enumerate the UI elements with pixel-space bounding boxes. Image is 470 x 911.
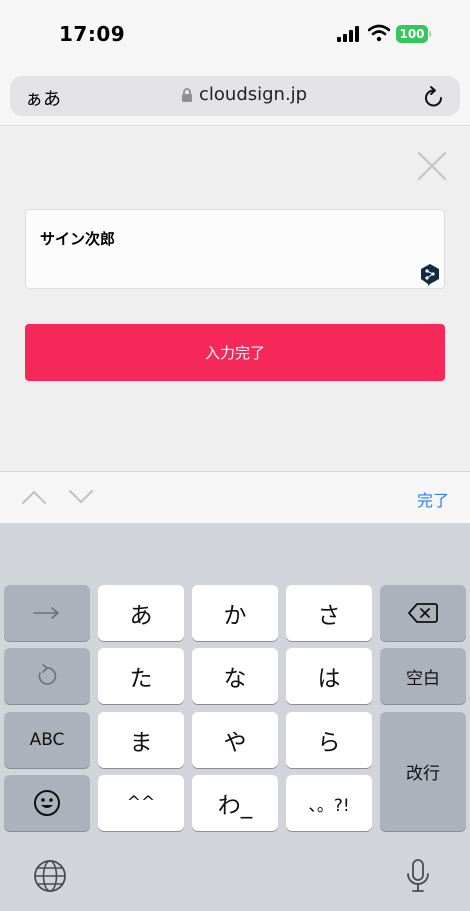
kana-key-ra[interactable]: ら <box>286 712 372 768</box>
address-bar[interactable]: ぁあ cloudsign.jp <box>10 76 460 116</box>
cellular-signal-icon <box>337 26 359 42</box>
kana-key-ha[interactable]: は <box>286 648 372 704</box>
chevron-down-icon[interactable] <box>68 489 94 505</box>
complete-input-button[interactable]: 入力完了 <box>25 324 445 381</box>
name-textarea[interactable]: サイン次郎 <box>25 209 445 289</box>
return-key[interactable]: 改行 <box>380 712 466 831</box>
name-value: サイン次郎 <box>40 230 116 248</box>
close-icon[interactable] <box>416 150 448 182</box>
undo-key[interactable] <box>4 648 90 704</box>
done-button[interactable]: 完了 <box>417 487 449 511</box>
chevron-up-icon[interactable] <box>21 489 47 505</box>
emoji-icon <box>34 790 60 816</box>
kana-key-ma[interactable]: ま <box>98 712 184 768</box>
arrow-right-icon <box>33 607 59 619</box>
signature-dialog: サイン次郎 入力完了 <box>0 127 470 471</box>
browser-address-area: ぁあ cloudsign.jp <box>0 66 470 126</box>
battery-tip <box>429 31 431 37</box>
undo-icon <box>38 664 57 685</box>
kaomoji-key[interactable]: ^^ <box>98 775 184 831</box>
abc-key[interactable]: ABC <box>4 712 90 768</box>
battery-indicator: 100 <box>396 25 432 43</box>
kana-key-ya[interactable]: や <box>192 712 278 768</box>
kana-key-na[interactable]: な <box>192 648 278 704</box>
delete-key[interactable] <box>380 585 466 641</box>
keyboard-accessory-toolbar: 完了 <box>0 471 470 523</box>
space-key[interactable]: 空白 <box>380 648 466 704</box>
microphone-icon[interactable] <box>405 858 431 894</box>
kana-key-a[interactable]: あ <box>98 585 184 641</box>
globe-icon[interactable] <box>33 859 67 893</box>
lock-icon <box>182 88 192 102</box>
backspace-icon <box>408 603 438 623</box>
text-size-button[interactable]: ぁあ <box>25 85 61 111</box>
kana-key-ta[interactable]: た <box>98 648 184 704</box>
url-domain[interactable]: cloudsign.jp <box>199 84 307 105</box>
kana-key-ka[interactable]: か <box>192 585 278 641</box>
wifi-icon <box>368 24 390 42</box>
emoji-key[interactable] <box>4 775 90 831</box>
kana-key-wa[interactable]: わ_ <box>192 775 278 831</box>
japanese-kana-keyboard: ABC あ か さ た な は ま や ら ^^ わ_ 、。?! 空白 改行 <box>0 523 470 911</box>
next-candidate-key[interactable] <box>4 585 90 641</box>
status-bar: 17:09 100 <box>0 0 470 66</box>
status-time: 17:09 <box>59 22 126 46</box>
punctuation-key[interactable]: 、。?! <box>286 775 372 831</box>
battery-level: 100 <box>399 27 425 41</box>
deepl-icon[interactable] <box>420 263 440 287</box>
reload-icon[interactable] <box>423 84 445 108</box>
kana-key-sa[interactable]: さ <box>286 585 372 641</box>
